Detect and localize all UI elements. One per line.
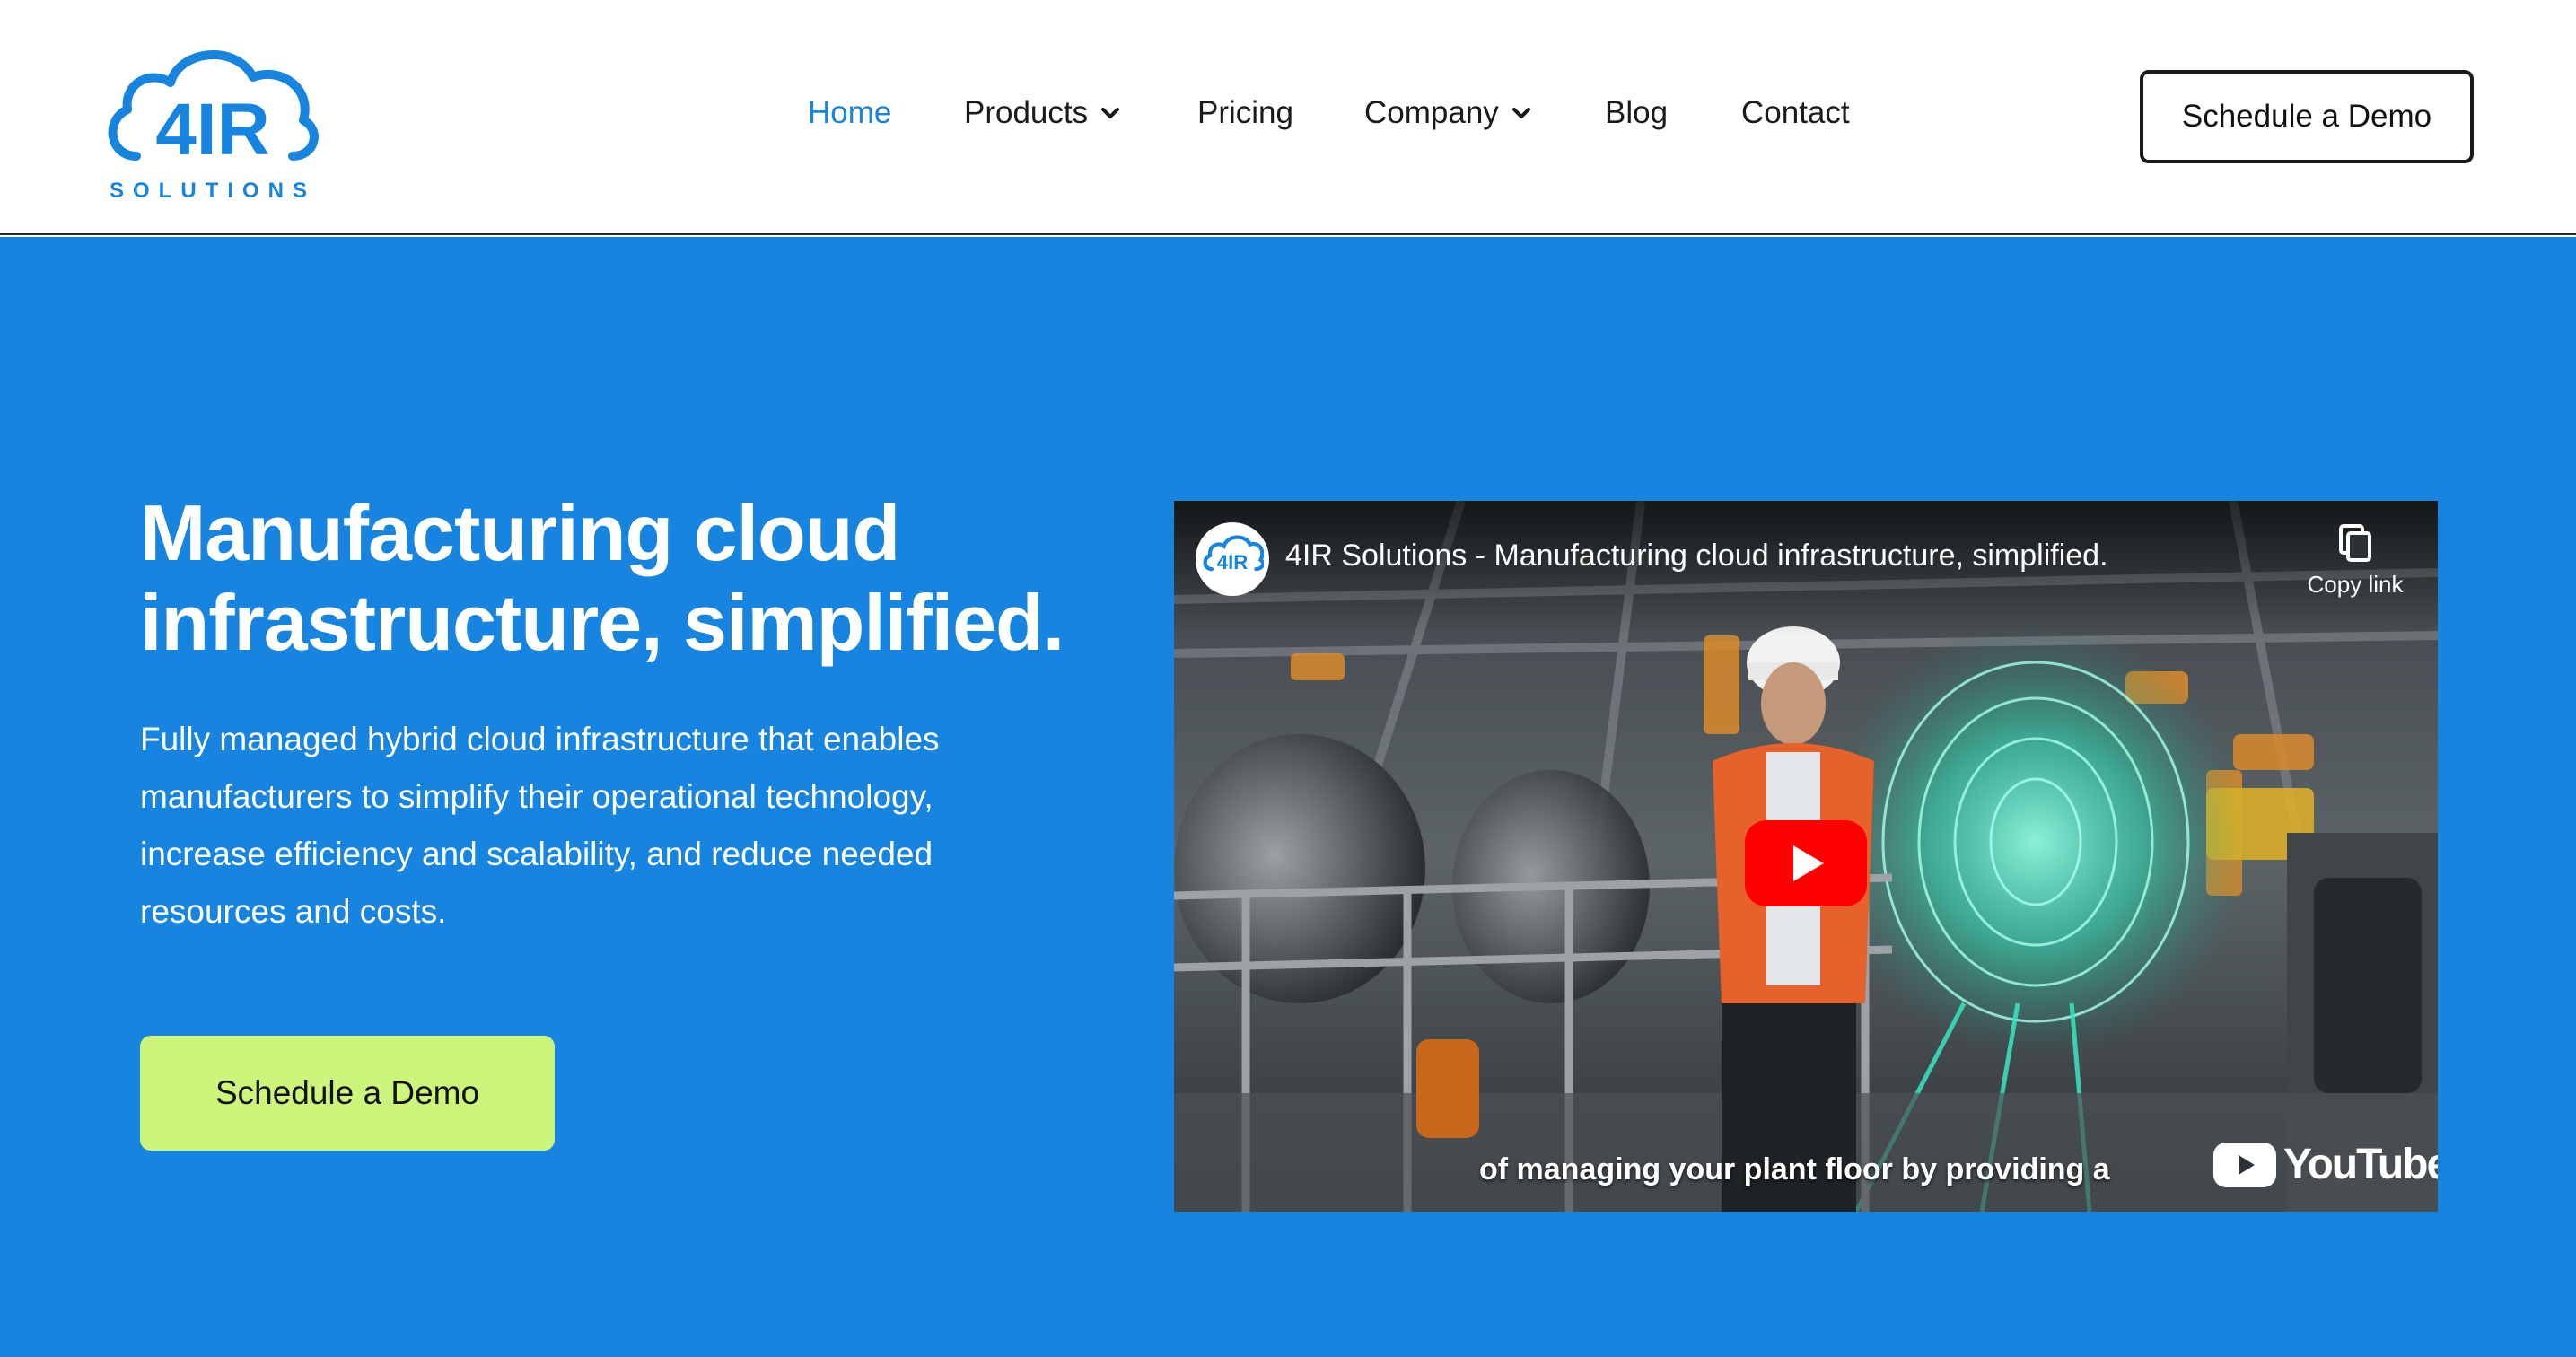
nav-item-label: Contact xyxy=(1741,95,1850,130)
hero-description-line: increase efficiency and scalability, and… xyxy=(140,836,933,872)
hero-description-line: Fully managed hybrid cloud infrastructur… xyxy=(140,721,940,757)
hero-title-line: Manufacturing cloud xyxy=(140,488,900,577)
play-icon[interactable] xyxy=(1745,820,1867,906)
hero-section: Manufacturing cloud infrastructure, simp… xyxy=(0,237,2576,1357)
hero-description: Fully managed hybrid cloud infrastructur… xyxy=(140,711,1038,941)
nav-item-label: Company xyxy=(1364,95,1499,130)
chevron-down-icon xyxy=(1101,108,1120,118)
channel-avatar[interactable]: 4IR xyxy=(1196,522,1269,596)
nav-item-pricing[interactable]: Pricing xyxy=(1197,95,1293,131)
youtube-icon xyxy=(2213,1142,2276,1187)
chevron-down-icon xyxy=(1511,108,1530,118)
hero-schedule-demo-button[interactable]: Schedule a Demo xyxy=(140,1036,555,1151)
cloud-logo-icon: 4IR xyxy=(1203,535,1264,573)
copy-icon xyxy=(2339,524,2371,562)
nav-item-company[interactable]: Company xyxy=(1364,95,1531,131)
copy-link-button[interactable]: Copy link xyxy=(2292,522,2418,612)
hero-title-line: infrastructure, simplified. xyxy=(140,578,1065,667)
youtube-video-embed[interactable]: 4IR 4IR Solutions - Manufacturing cloud … xyxy=(1174,501,2438,1212)
hero-description-line: manufacturers to simplify their operatio… xyxy=(140,778,933,815)
nav-item-home[interactable]: Home xyxy=(808,95,891,131)
nav-item-label: Blog xyxy=(1605,95,1669,130)
nav-item-blog[interactable]: Blog xyxy=(1605,95,1668,131)
copy-link-label: Copy link xyxy=(2307,571,2404,598)
youtube-logo[interactable]: YouTube xyxy=(2213,1140,2438,1189)
header-schedule-demo-button[interactable]: Schedule a Demo xyxy=(2140,70,2474,163)
nav-item-products[interactable]: Products xyxy=(964,95,1120,131)
nav-item-contact[interactable]: Contact xyxy=(1741,95,1850,131)
video-title[interactable]: 4IR Solutions - Manufacturing cloud infr… xyxy=(1285,538,2108,573)
nav-item-label: Products xyxy=(964,95,1089,130)
youtube-wordmark: YouTube xyxy=(2283,1141,2438,1188)
hero-title: Manufacturing cloud infrastructure, simp… xyxy=(140,488,1127,668)
nav-item-label: Pricing xyxy=(1197,95,1293,130)
hero-description-line: resources and costs. xyxy=(140,893,447,930)
video-caption: of managing your plant floor by providin… xyxy=(1479,1152,2110,1186)
avatar-logo-text: 4IR xyxy=(1217,551,1249,573)
site-header: 4IR SOLUTIONS Home Products Pricing Comp… xyxy=(0,0,2576,235)
nav-item-label: Home xyxy=(808,95,892,130)
